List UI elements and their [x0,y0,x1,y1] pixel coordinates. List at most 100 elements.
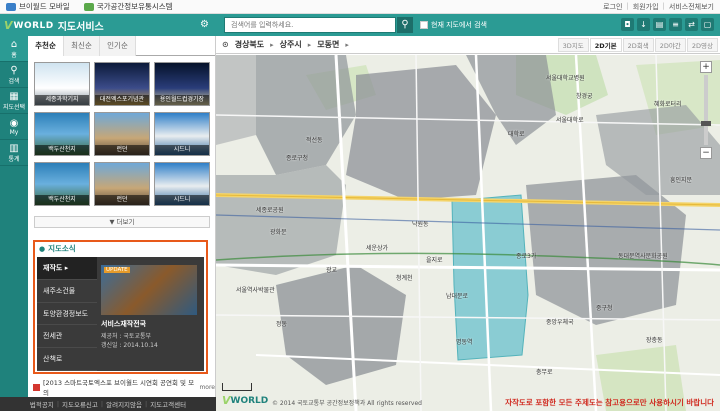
tab-latest[interactable]: 최신순 [64,36,100,56]
breadcrumb-city[interactable]: 상주시 [280,39,302,50]
nav-home[interactable]: ⌂ 홈 [0,36,28,62]
map-news-header: ● 지도소식 [35,242,206,255]
map-view-tabs: 3D지도 2D기본 2D회색 2D야간 2D영상 [557,38,718,52]
nav-my[interactable]: ◉ My [0,114,28,140]
map-label[interactable]: 충무로 [536,367,553,376]
zoom-knob[interactable] [701,121,711,126]
view-tab-2d-satellite[interactable]: 2D영상 [686,38,718,52]
tab-recommended[interactable]: 추천순 [28,36,64,56]
breadcrumb-town[interactable]: 모동면 [317,39,339,50]
map-label[interactable]: 종로3가 [516,251,536,260]
thumbnail[interactable]: 대전엑스포기념관 [94,62,150,106]
breadcrumb-province[interactable]: 경상북도 [235,39,264,50]
map-canvas[interactable]: 서울대학교병원혜화로터리흥인지문 창경궁종로구청광화문세운상가을지로광교청계천 동대… [216,55,720,411]
map-label[interactable]: 서울역사박물관 [236,285,275,294]
signup-link[interactable]: 회원가입 [633,2,659,12]
zoom-slider[interactable] [701,75,711,145]
notice-more-link[interactable]: more [199,384,215,391]
map-label[interactable]: 정동 [276,319,287,328]
news-menu: 재작도 ▸ 새주소건물 토양환경정보도 전세관 산책로 [37,257,97,371]
search-scope-checkbox[interactable]: 현재 지도에서 검색 [420,20,487,30]
location-icon: ⊙ [222,40,229,49]
map-toolbar: ◘ ↓ ▤ ≡ ⇄ ▢ [621,18,714,31]
spatial-info-link[interactable]: 국가공간정보유통시스템 [83,1,173,12]
footer-legal[interactable]: 법적공지 [30,399,54,409]
map-label[interactable]: 세종로공원 [256,205,284,214]
map-label[interactable]: 혜화로터리 [654,99,682,108]
nav-search[interactable]: ⚲ 검색 [0,62,28,88]
mobile-link[interactable]: 브이월드 모바일 [6,1,70,12]
map-label[interactable]: 종로구청 [286,153,308,162]
footer-support[interactable]: 지도고객센터 [150,399,186,409]
footer-unknown[interactable]: 알려지지않음 [106,399,142,409]
search-input[interactable] [225,18,395,32]
more-button[interactable]: ▼ 더보기 [34,216,210,228]
map-label[interactable]: 대학로 [508,129,525,138]
thumbnail[interactable]: 시드니 [154,162,210,206]
download-icon[interactable]: ↓ [637,18,650,31]
map-label[interactable]: 중앙우체국 [546,317,574,326]
notice-bar[interactable]: [2013 스마트국토엑스포 브이월드 시연회 공연회 및 모의 more [33,379,215,397]
thumbnail[interactable]: 백두산천지 [34,162,90,206]
vworld-logo[interactable]: V WORLD 지도서비스 [4,18,104,33]
map-label[interactable]: 청계천 [396,273,413,282]
layers-icon[interactable]: ≡ [669,18,682,31]
my-icon: ◉ [9,117,19,129]
thumbnail[interactable]: 용인월드컵경기장 [154,62,210,106]
checkbox-box[interactable] [420,21,428,29]
thumbnail[interactable]: 세종과학기지 [34,62,90,106]
search-box [224,17,396,33]
map-label[interactable]: 낙원동 [412,219,429,228]
search-button[interactable]: ⚲ [397,17,413,33]
zoom-out-button[interactable]: − [700,147,712,159]
view-tab-2d-gray[interactable]: 2D회색 [622,38,654,52]
map-label[interactable]: 서울대학교병원 [546,73,585,82]
thumbnail[interactable]: 런던 [94,112,150,156]
tab-popular[interactable]: 인기순 [100,36,136,56]
camera-icon[interactable]: ◘ [621,18,634,31]
map-label[interactable]: 중구청 [596,303,613,312]
map-label[interactable]: 을지로 [426,255,443,264]
thumbnail[interactable]: 시드니 [154,112,210,156]
print-icon[interactable]: ▤ [653,18,666,31]
zoom-in-button[interactable]: + [700,61,712,73]
login-link[interactable]: 로그인 [603,2,622,12]
map-label[interactable]: 동대문역사문화공원 [618,251,668,260]
all-services-link[interactable]: 서비스전체보기 [669,2,714,12]
map-label[interactable]: 광화문 [270,227,287,236]
map-label[interactable]: 적선동 [306,135,323,144]
news-menu-item[interactable]: 전세관 [37,325,97,349]
notice-text[interactable]: [2013 스마트국토엑스포 브이월드 시연회 공연회 및 모의 [43,377,199,397]
view-tab-3d[interactable]: 3D지도 [557,38,589,52]
thumbnail[interactable]: 런던 [94,162,150,206]
map-warning-text: 자작도로 포함한 모든 주제도는 참고용으로만 사용하시기 바랍니다 [505,398,714,407]
map-label[interactable]: 흥인지문 [670,175,692,184]
share-icon[interactable]: ⇄ [685,18,698,31]
map-label[interactable]: 장충동 [646,335,663,344]
featured-title[interactable]: 서비스재작전국 [101,319,199,329]
thumbnail-caption: 런던 [95,145,149,155]
chevron-right-icon: ▸ [307,40,312,49]
map-label[interactable]: 서울대학로 [556,115,584,124]
left-panel: 추천순 최신순 인기순 세종과학기지 대전엑스포기념관 용인월드컵경기장 백두산천지 런… [28,36,216,397]
news-menu-item[interactable]: 새주소건물 [37,280,97,303]
view-tab-2d-basic[interactable]: 2D기본 [589,38,622,52]
news-menu-item[interactable]: 재작도 ▸ [37,257,97,280]
featured-image[interactable]: UPDATE [101,265,197,315]
map-label[interactable]: 광교 [326,265,337,274]
view-tab-2d-night[interactable]: 2D야간 [654,38,686,52]
gear-icon[interactable]: ⚙ [200,20,210,30]
fullscreen-icon[interactable]: ▢ [701,18,714,31]
featured-news[interactable]: UPDATE 서비스재작전국 제공처 : 국토교통부 갱신일 : 2014.10… [101,265,199,367]
map-label[interactable]: 남대문로 [446,291,468,300]
map-label[interactable]: 세운상가 [366,243,388,252]
thumbnail[interactable]: 백두산천지 [34,112,90,156]
nav-stats[interactable]: ▥ 통계 [0,140,28,166]
news-menu-item[interactable]: 토양환경정보도 [37,303,97,326]
map-label[interactable]: 명동역 [456,337,473,346]
nav-map-select[interactable]: ▦ 지도선택 [0,88,28,114]
stats-icon: ▥ [9,142,19,154]
footer-report[interactable]: 지도오류신고 [62,399,98,409]
news-menu-item[interactable]: 산책로 [37,348,97,371]
map-label[interactable]: 창경궁 [576,91,593,100]
